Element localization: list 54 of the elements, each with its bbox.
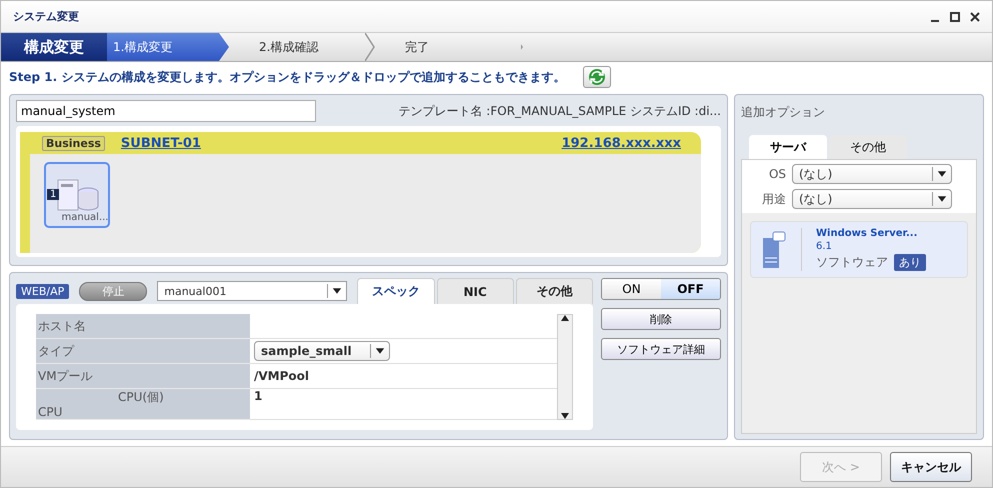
options-tab[interactable]: サーバ [749, 135, 827, 159]
options-title: 追加オプション [741, 104, 826, 121]
server-node[interactable]: 1 manual... [44, 162, 110, 228]
address-link[interactable]: 192.168.xxx.xxx [562, 136, 681, 150]
row-label: タイプ [36, 339, 250, 364]
action-button[interactable]: ソフトウェア詳細 [601, 338, 721, 360]
row-label: CPU [36, 389, 116, 420]
row-value: 1 [250, 389, 557, 420]
wizard-step: 2.構成確認 [229, 33, 365, 61]
action-button[interactable]: 削除 [601, 308, 721, 330]
option-version: 6.1 [816, 241, 833, 252]
template-info: テンプレート名 :FOR_MANUAL_SAMPLE システムID :di... [398, 102, 721, 120]
wizard-heading: 構成変更 [1, 33, 107, 61]
option-name: Windows Server... [816, 228, 918, 239]
row-sublabel: CPU(個) [116, 389, 250, 420]
refresh-button[interactable] [583, 66, 612, 88]
maximize-icon[interactable] [950, 12, 960, 22]
filter-select[interactable]: (なし) [792, 189, 952, 209]
refresh-icon [588, 68, 606, 86]
filter-label: 用途 [761, 190, 786, 208]
server-select[interactable]: manual001 [157, 281, 348, 301]
spec-tab[interactable]: スペック [357, 278, 434, 304]
server-label: manual... [62, 212, 108, 223]
row-label: VMプール [36, 364, 250, 389]
row-value: /VMPool [250, 364, 557, 389]
window-title: システム変更 [13, 9, 79, 24]
option-card[interactable]: Windows Server... 6.1 ソフトウェア あり [750, 221, 968, 278]
scrollbar[interactable] [557, 314, 573, 420]
software-icon [761, 230, 787, 270]
options-tab[interactable]: その他 [829, 135, 907, 159]
scroll-up-icon[interactable] [561, 315, 569, 321]
row-label: ホスト名 [36, 314, 250, 339]
filter-select[interactable]: (なし) [792, 164, 952, 184]
spec-tab[interactable]: その他 [516, 278, 593, 304]
subnet-tag: Business [42, 136, 105, 150]
spec-tab[interactable]: NIC [436, 278, 514, 304]
role-badge: WEB/AP [16, 284, 70, 298]
power-toggle[interactable]: OFF [661, 279, 720, 299]
wizard-step: 完了 [375, 33, 523, 61]
subnet-link[interactable]: SUBNET-01 [120, 136, 201, 150]
footer-button[interactable]: キャンセル [890, 452, 972, 482]
option-type: ソフトウェア [816, 254, 888, 271]
scroll-down-icon[interactable] [561, 413, 569, 419]
power-toggle[interactable]: ON [602, 279, 661, 299]
filter-label: OS [768, 167, 786, 181]
option-badge: あり [894, 254, 926, 271]
close-icon[interactable] [970, 12, 980, 22]
instruction-text: Step 1. システムの構成を変更します。オプションをドラッグ＆ドロップで追加することもできます。 [9, 68, 566, 86]
server-count: 1 [47, 189, 60, 200]
system-name-field[interactable]: manual_system [16, 100, 316, 122]
status-pill: 停止 [79, 282, 148, 300]
type-select[interactable]: sample_small [254, 341, 390, 361]
step-divider [365, 33, 375, 61]
wizard-step: 1.構成変更 [107, 33, 229, 61]
